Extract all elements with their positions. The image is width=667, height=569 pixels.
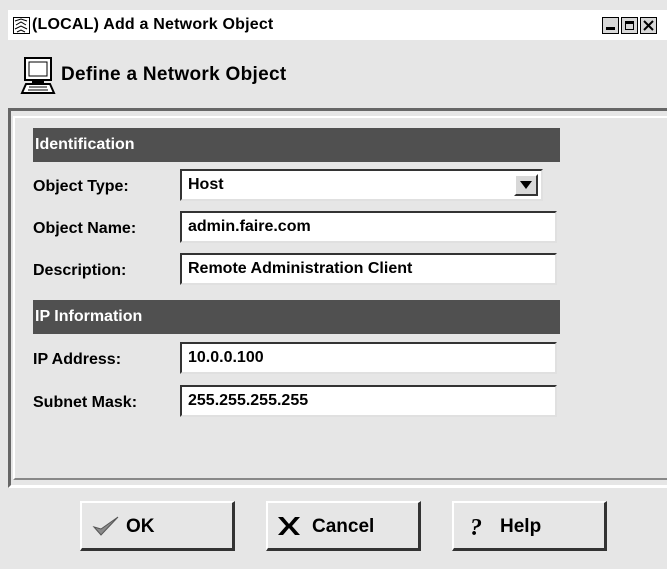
description-label: Description:: [33, 262, 127, 279]
svg-text:?: ?: [470, 515, 482, 539]
minimize-icon[interactable]: [602, 17, 619, 34]
title-bar[interactable]: (LOCAL) Add a Network Object: [8, 10, 667, 40]
ip-address-label: IP Address:: [33, 351, 122, 368]
maximize-icon[interactable]: [621, 17, 638, 34]
object-name-label: Object Name:: [33, 220, 137, 237]
object-name-field[interactable]: admin.faire.com: [180, 211, 557, 243]
section-header-identification: Identification: [33, 128, 560, 162]
description-field[interactable]: Remote Administration Client: [180, 253, 557, 285]
computer-icon: [20, 57, 56, 100]
window-title: (LOCAL) Add a Network Object: [32, 16, 274, 33]
cancel-button[interactable]: Cancel: [266, 501, 421, 551]
ok-button[interactable]: OK: [80, 501, 235, 551]
section-header-ip-information: IP Information: [33, 300, 560, 334]
subnet-mask-field[interactable]: 255.255.255.255: [180, 385, 557, 417]
dialog-header: Define a Network Object: [8, 40, 667, 104]
subnet-mask-label: Subnet Mask:: [33, 394, 138, 411]
checkmark-icon: [92, 515, 120, 543]
ip-address-field[interactable]: 10.0.0.100: [180, 342, 557, 374]
close-icon[interactable]: [640, 17, 657, 34]
help-button-label: Help: [500, 516, 542, 537]
question-mark-icon: ?: [468, 515, 488, 545]
x-mark-icon: [276, 515, 302, 543]
app-icon: [13, 17, 30, 34]
dialog-heading: Define a Network Object: [61, 64, 287, 85]
ok-button-label: OK: [126, 516, 155, 537]
object-type-select[interactable]: Host: [180, 169, 543, 201]
object-type-label: Object Type:: [33, 178, 129, 195]
chevron-down-icon[interactable]: [514, 174, 538, 196]
dialog-window: (LOCAL) Add a Network Object Define a Ne…: [0, 0, 667, 569]
help-button[interactable]: ? Help: [452, 501, 607, 551]
cancel-button-label: Cancel: [312, 516, 375, 537]
